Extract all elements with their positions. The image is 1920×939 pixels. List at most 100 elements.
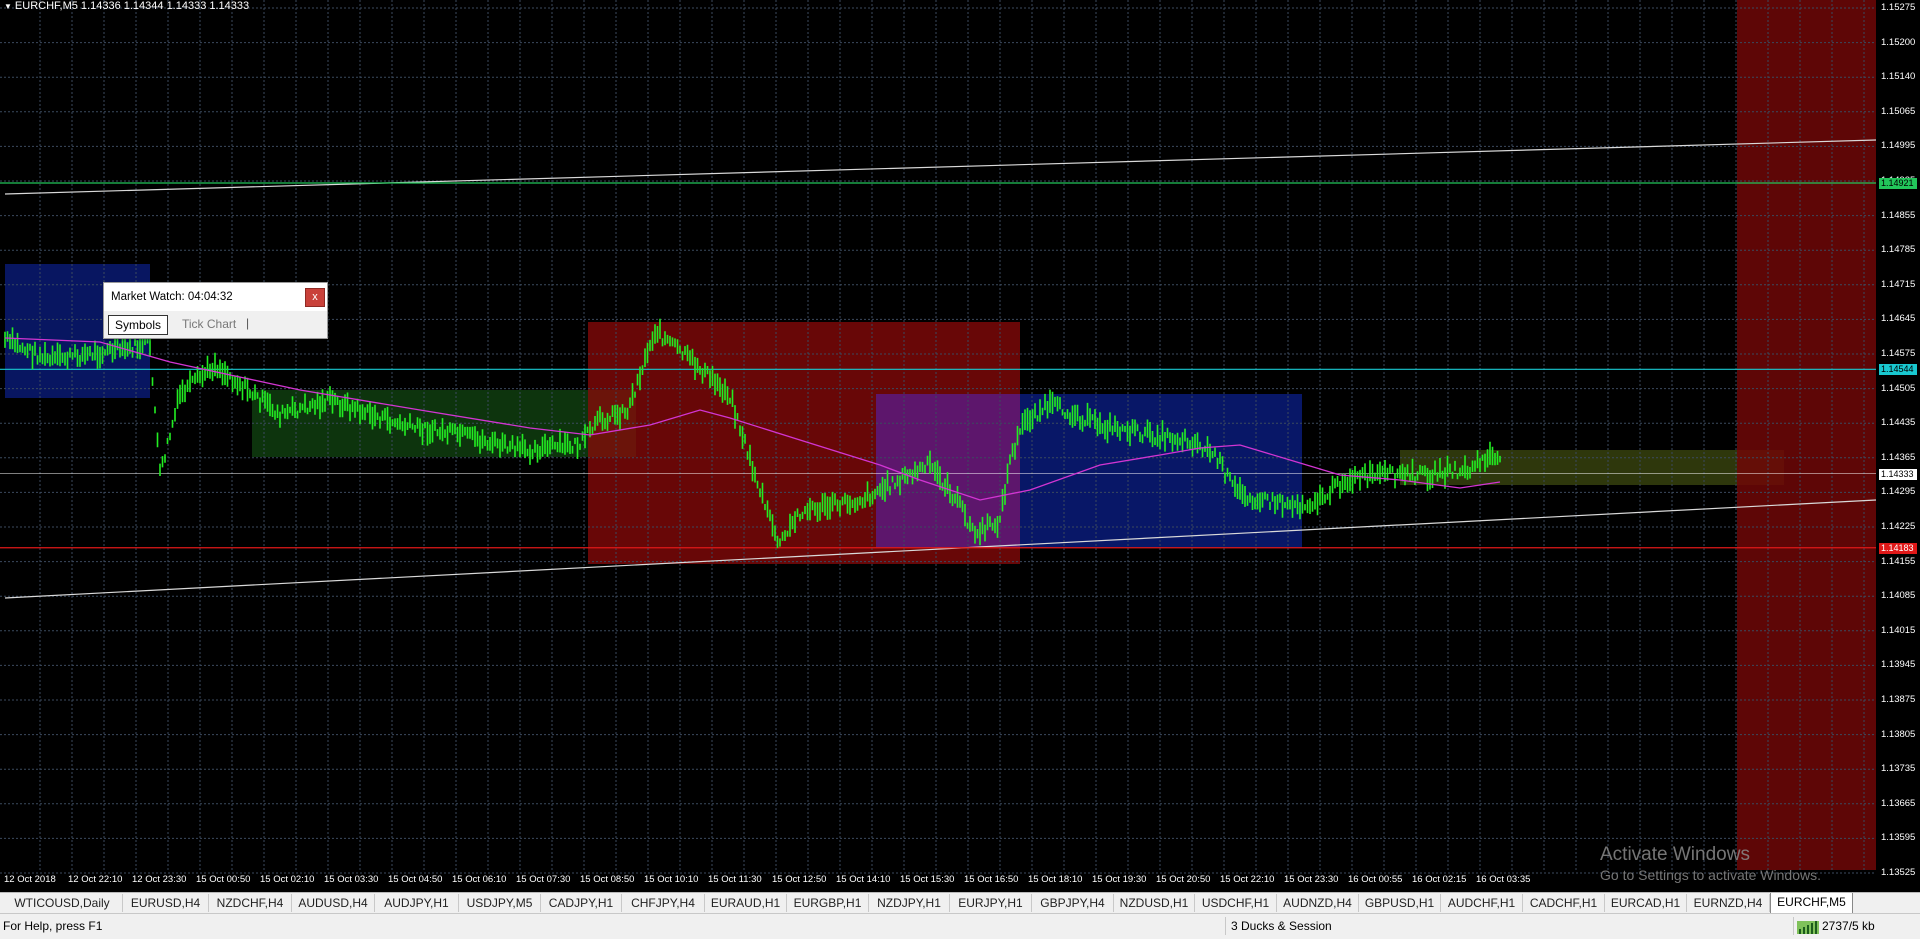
market-watch-window[interactable]: Market Watch: 04:04:32 x Symbols Tick Ch… [103,282,328,339]
session-box [1020,394,1302,548]
tab-separator: | [246,316,250,330]
symbol-tab[interactable]: EURGBP,H1 [787,894,869,912]
symbol-tab[interactable]: EURNZD,H4 [1687,894,1770,912]
market-watch-title: Market Watch: 04:04:32 [111,291,233,303]
status-divider [1225,917,1226,935]
time-axis-label: 16 Oct 03:35 [1476,874,1531,885]
price-axis-label: 1.14225 [1881,521,1916,532]
connection-bars-icon [1797,921,1819,934]
chart-area[interactable]: ▼ EURCHF,M5 1.14336 1.14344 1.14333 1.143… [0,0,1920,888]
tab-tick-chart[interactable]: Tick Chart [176,315,242,334]
symbol-tab[interactable]: AUDUSD,H4 [292,894,375,912]
price-axis-label: 1.15140 [1881,71,1916,83]
symbol-tab[interactable]: CADCHF,H1 [1523,894,1605,912]
price-axis-label: 1.14435 [1881,417,1916,429]
symbol-tab[interactable]: AUDCHF,H1 [1441,894,1523,912]
price-axis-label: 1.14645 [1881,313,1916,325]
status-divider [1793,917,1794,935]
symbol-tab[interactable]: EURJPY,H1 [950,894,1032,912]
time-axis-label: 15 Oct 20:50 [1156,874,1211,885]
time-axis-label: 15 Oct 08:50 [580,874,635,885]
price-axis-label: 1.13875 [1881,694,1916,705]
price-chart[interactable] [0,0,1920,888]
symbol-tab[interactable]: USDCHF,H1 [1195,894,1277,912]
price-axis-label: 1.15275 [1881,2,1916,13]
trend-line-upper [4,139,1877,195]
price-axis-label: 1.13945 [1881,659,1916,671]
market-watch-tabs: Symbols Tick Chart | [104,314,327,336]
time-axis-label: 15 Oct 03:30 [324,874,379,885]
price-axis-label: 1.14855 [1881,209,1916,221]
time-axis-label: 15 Oct 23:30 [1284,874,1339,885]
symbol-tab[interactable]: CHFJPY,H4 [622,894,705,912]
symbol-tab[interactable]: USDJPY,M5 [459,894,541,912]
activation-watermark-title: Activate Windows [1600,844,1750,865]
symbol-tab-bar: WTICOUSD,Daily EURUSD,H4 NZDCHF,H4 AUDUSD,H… [0,892,1920,914]
tab-symbols[interactable]: Symbols [108,315,169,335]
symbol-tab[interactable]: AUDJPY,H1 [375,894,459,912]
time-axis-label: 15 Oct 10:10 [644,874,699,885]
symbol-tab[interactable]: GBPUSD,H1 [1359,894,1441,912]
time-axis-label: 15 Oct 00:50 [196,874,251,885]
time-axis-label: 15 Oct 02:10 [260,874,315,885]
time-axis-label: 15 Oct 11:30 [708,874,762,885]
price-axis-label: 1.14715 [1881,278,1916,290]
price-tag: 1.14921 [1879,177,1917,189]
close-icon[interactable]: x [305,288,325,307]
price-axis-label: 1.14015 [1881,624,1916,636]
symbol-tab[interactable]: EURAUD,H1 [705,894,787,912]
price-axis-label: 1.14505 [1881,382,1916,394]
price-axis-label: 1.14575 [1881,348,1916,359]
time-axis-label: 15 Oct 16:50 [964,874,1019,885]
symbol-tab[interactable]: NZDJPY,H1 [869,894,950,912]
session-box [1400,450,1784,485]
chart-title-text: EURCHF,M5 1.14336 1.14344 1.14333 1.1433… [14,0,250,12]
status-bar: For Help, press F1 3 Ducks & Session 273… [0,913,1920,939]
price-axis-label: 1.13525 [1881,867,1916,878]
price-axis[interactable]: 1.15275 1.15200 1.15140 1.15065 1.14995 1.149… [1876,0,1920,880]
symbol-tab[interactable]: CADJPY,H1 [541,894,622,912]
price-axis-label: 1.13805 [1881,728,1916,740]
time-axis-label: 16 Oct 02:15 [1412,874,1467,885]
price-axis-label: 1.13665 [1881,797,1916,809]
time-axis-label: 15 Oct 12:50 [772,874,827,885]
chart-menu-arrow-icon[interactable]: ▼ [4,2,12,11]
price-axis-label: 1.14785 [1881,244,1916,256]
symbol-tab[interactable]: WTICOUSD,Daily [2,894,123,912]
time-axis-label: 15 Oct 04:50 [388,874,443,885]
status-profile: 3 Ducks & Session [1231,919,1332,933]
time-axis-label: 15 Oct 15:30 [900,874,955,885]
price-axis-label: 1.13735 [1881,763,1916,775]
price-axis-label: 1.15065 [1881,105,1916,117]
symbol-tab[interactable]: EURUSD,H4 [123,894,209,912]
price-axis-label: 1.13595 [1881,832,1916,844]
market-watch-titlebar[interactable]: Market Watch: 04:04:32 x [104,283,327,311]
time-axis-label: 12 Oct 23:30 [132,874,187,885]
activation-watermark-subtitle: Go to Settings to activate Windows. [1600,867,1821,883]
symbol-tab[interactable]: AUDNZD,H4 [1277,894,1359,912]
price-axis-label: 1.14365 [1881,451,1916,463]
chart-title: ▼ EURCHF,M5 1.14336 1.14344 1.14333 1.143… [4,0,249,12]
time-axis-label: 15 Oct 19:30 [1092,874,1147,885]
status-traffic: 2737/5 kb [1822,919,1875,933]
symbol-tab[interactable]: GBPJPY,H4 [1032,894,1114,912]
price-tag: 1.14544 [1879,364,1917,376]
symbol-tab[interactable]: EURCAD,H1 [1605,894,1687,912]
time-axis[interactable]: 12 Oct 2018 12 Oct 22:10 12 Oct 23:30 15 Oc… [0,872,1876,888]
symbol-tab[interactable]: EURCHF,M5 [1770,893,1853,914]
price-axis-label: 1.14995 [1881,140,1916,152]
time-axis-label: 15 Oct 18:10 [1028,874,1083,885]
price-axis-label: 1.14155 [1881,555,1916,567]
symbol-tab[interactable]: NZDUSD,H1 [1114,894,1195,912]
time-axis-label: 12 Oct 2018 [4,874,56,885]
price-axis-label: 1.15200 [1881,36,1916,48]
time-axis-label: 12 Oct 22:10 [68,874,123,885]
price-tag: 1.14333 [1879,468,1917,480]
time-axis-label: 15 Oct 06:10 [452,874,507,885]
time-axis-label: 15 Oct 14:10 [836,874,891,885]
symbol-tab[interactable]: NZDCHF,H4 [209,894,292,912]
price-axis-label: 1.14085 [1881,590,1916,602]
session-box [1737,0,1876,870]
price-axis-label: 1.14295 [1881,486,1916,498]
time-axis-label: 15 Oct 22:10 [1220,874,1275,885]
